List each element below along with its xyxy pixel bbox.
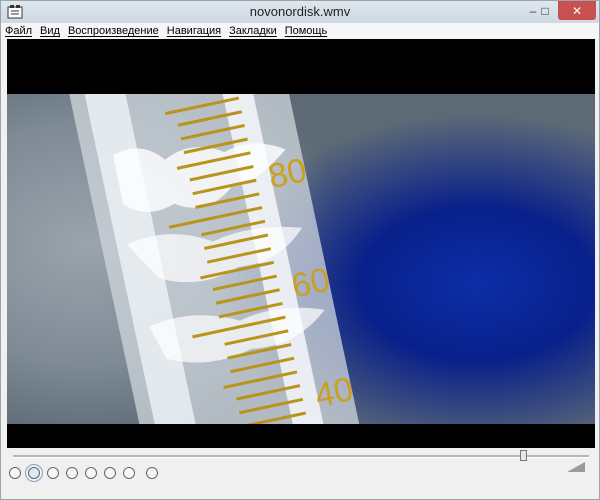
mark-label-40: 40: [312, 370, 357, 415]
maximize-button[interactable]: □: [532, 1, 558, 20]
seek-thumb[interactable]: [519, 450, 527, 461]
window-title: novonordisk.wmv: [249, 4, 351, 19]
menu-view[interactable]: Вид: [36, 23, 64, 39]
next-icon[interactable]: [85, 467, 97, 479]
seek-bar[interactable]: [13, 450, 589, 461]
prev-icon[interactable]: [66, 467, 78, 479]
mark-label-80: 80: [265, 151, 310, 196]
volume-icon[interactable]: [567, 462, 585, 472]
pause-icon[interactable]: [25, 464, 43, 482]
menu-file[interactable]: Файл: [1, 23, 36, 39]
menu-bar: Файл Вид Воспроизведение Навигация Закла…: [1, 23, 599, 39]
title-bar[interactable]: novonordisk.wmv – □ ✕: [1, 1, 599, 23]
graduated-cylinder-image: 80 60 40: [67, 94, 365, 424]
player-window: novonordisk.wmv – □ ✕ Файл Вид Воспроизв…: [0, 0, 600, 500]
graduated-cylinder: 80 60 40: [67, 94, 365, 424]
menu-bookmarks[interactable]: Закладки: [225, 23, 281, 39]
player-controls: [1, 448, 599, 499]
step-forward-icon[interactable]: [123, 467, 135, 479]
menu-playback[interactable]: Воспроизведение: [64, 23, 163, 39]
open-icon[interactable]: [146, 467, 158, 479]
video-frame: 80 60 40: [7, 94, 595, 424]
menu-navigation[interactable]: Навигация: [163, 23, 225, 39]
mark-label-60: 60: [288, 261, 333, 306]
step-back-icon[interactable]: [104, 467, 116, 479]
control-buttons: [9, 464, 165, 482]
close-button[interactable]: ✕: [558, 1, 596, 20]
video-area[interactable]: 80 60 40: [7, 39, 595, 448]
menu-help[interactable]: Помощь: [281, 23, 332, 39]
stop-icon[interactable]: [47, 467, 59, 479]
play-icon[interactable]: [9, 467, 21, 479]
